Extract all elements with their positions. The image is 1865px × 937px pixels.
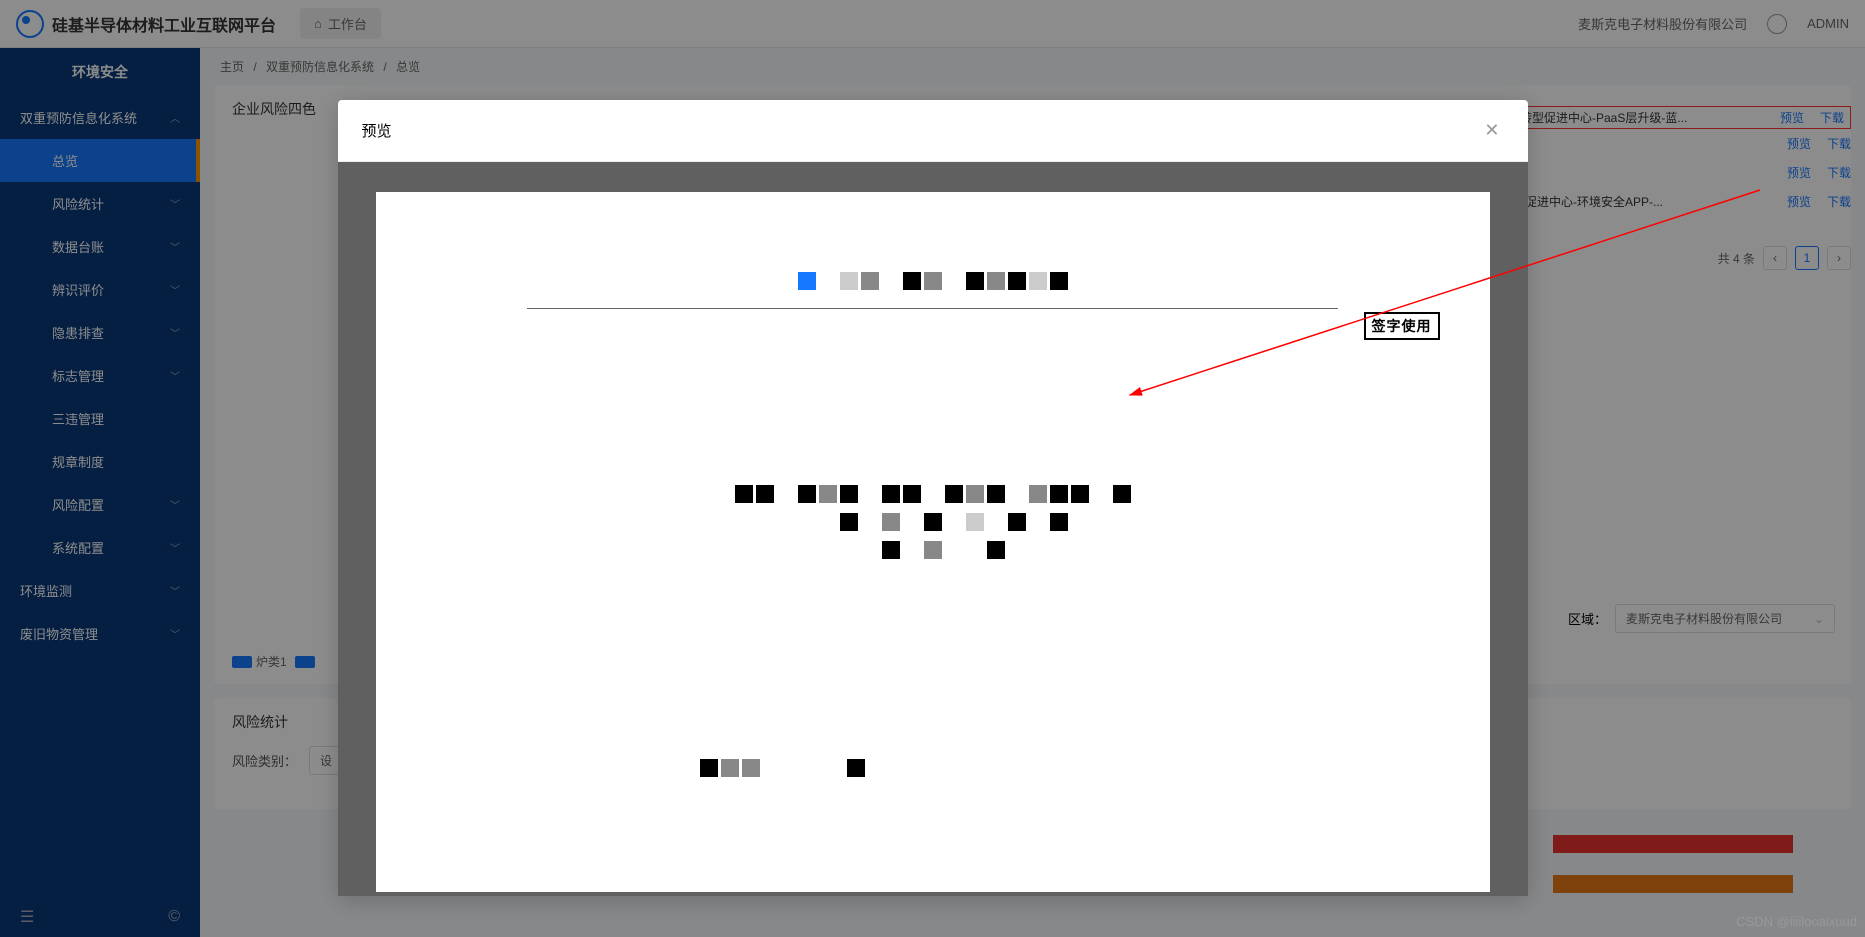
pixelated-content: 签字使用 bbox=[426, 272, 1440, 777]
document-page: 签字使用 bbox=[376, 192, 1490, 892]
preview-modal: 预览 ✕ 签字使用 bbox=[338, 100, 1528, 896]
watermark-stamp: 签字使用 bbox=[1364, 312, 1440, 340]
modal-body[interactable]: 签字使用 bbox=[338, 162, 1528, 896]
modal-title: 预览 bbox=[362, 120, 392, 141]
modal-header: 预览 ✕ bbox=[338, 100, 1528, 162]
csdn-watermark: CSDN @iiiilooaixuud bbox=[1736, 914, 1857, 929]
modal-overlay[interactable]: 预览 ✕ 签字使用 bbox=[0, 0, 1865, 937]
close-icon[interactable]: ✕ bbox=[1480, 116, 1503, 145]
